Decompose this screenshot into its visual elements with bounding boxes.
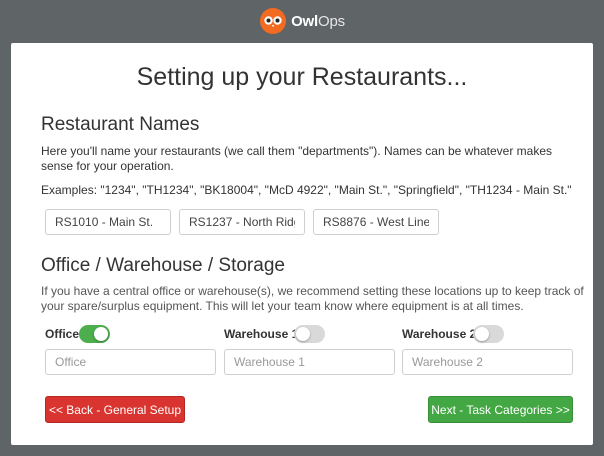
storage-description: If you have a central office or warehous… <box>41 284 584 313</box>
storage-heading: Office / Warehouse / Storage <box>41 255 285 276</box>
warehouse-1-toggle-label: Warehouse 1 <box>224 327 299 341</box>
warehouse-1-name-input[interactable] <box>224 349 395 375</box>
owl-logo-icon <box>260 8 287 34</box>
warehouse-1-toggle[interactable] <box>294 325 325 343</box>
restaurant-names-heading: Restaurant Names <box>41 114 200 135</box>
back-general-setup-button[interactable]: << Back - General Setup <box>45 396 185 423</box>
restaurant-names-examples: Examples: "1234", "TH1234", "BK18004", "… <box>41 183 572 197</box>
top-bar: OwlOps <box>0 0 604 42</box>
owlops-logo[interactable]: OwlOps <box>259 7 345 35</box>
office-toggle-label: Office <box>45 327 80 341</box>
restaurant-name-input-2[interactable] <box>179 209 305 235</box>
restaurant-name-input-3[interactable] <box>313 209 439 235</box>
setup-card: Setting up your Restaurants... Restauran… <box>11 43 593 445</box>
office-name-input[interactable] <box>45 349 216 375</box>
toggle-knob <box>475 327 489 341</box>
restaurant-names-description: Here you'll name your restaurants (we ca… <box>41 144 553 173</box>
next-task-categories-button[interactable]: Next - Task Categories >> <box>428 396 573 423</box>
toggle-knob <box>94 327 108 341</box>
brand-name: OwlOps <box>291 12 345 30</box>
warehouse-2-toggle[interactable] <box>473 325 504 343</box>
restaurant-name-input-1[interactable] <box>45 209 171 235</box>
warehouse-2-name-input[interactable] <box>402 349 573 375</box>
toggle-knob <box>296 327 310 341</box>
page-title: Setting up your Restaurants... <box>136 63 468 91</box>
office-toggle[interactable] <box>79 325 110 343</box>
warehouse-2-toggle-label: Warehouse 2 <box>402 327 477 341</box>
